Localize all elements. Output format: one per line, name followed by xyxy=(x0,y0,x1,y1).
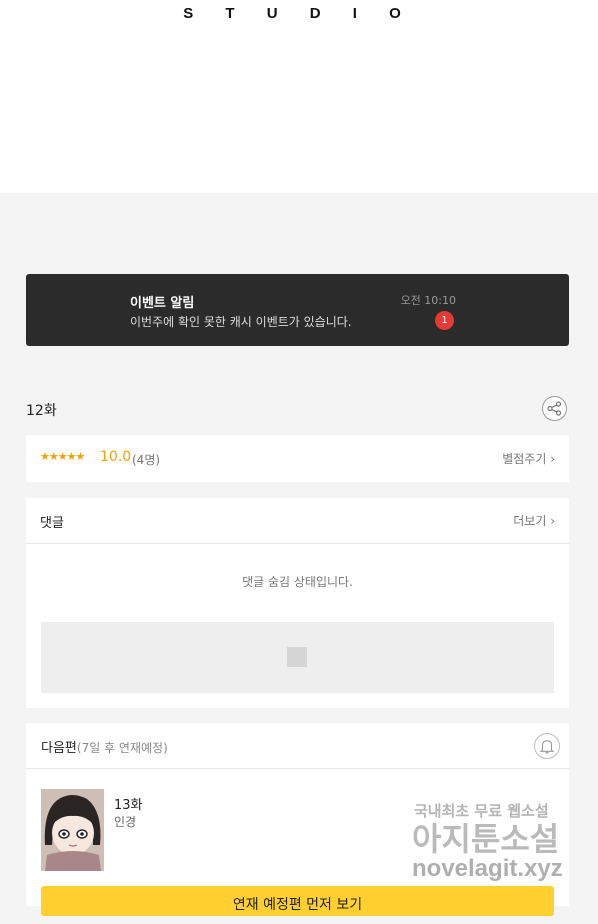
comments-card: 댓글 더보기 › 댓글 숨김 상태입니다. xyxy=(26,498,569,708)
next-episode-title: 13화 xyxy=(114,798,143,813)
comments-header: 댓글 더보기 › xyxy=(26,498,569,544)
event-description: 이번주에 확인 못한 캐시 이벤트가 있습니다. xyxy=(130,315,352,329)
preview-episode-button[interactable]: 연재 예정편 먼저 보기 xyxy=(41,886,554,916)
share-icon xyxy=(547,401,562,416)
watermark-url: novelagit.xyz xyxy=(412,855,563,882)
header-area: S T U D I O xyxy=(0,0,598,193)
rating-score: 10.0 xyxy=(100,449,132,465)
next-episode-schedule: (7일 후 연재예정) xyxy=(76,741,168,755)
comments-more-link[interactable]: 더보기 › xyxy=(513,512,555,529)
rating-card: ★★★★★ 10.0 (4명) 별점주기 › xyxy=(26,435,569,482)
episode-thumbnail[interactable] xyxy=(41,789,104,871)
comments-label: 댓글 xyxy=(40,516,64,531)
notify-button[interactable] xyxy=(534,733,560,759)
rate-button[interactable]: 별점주기 › xyxy=(502,450,555,467)
rating-stars: ★★★★★ xyxy=(40,450,85,463)
bell-icon xyxy=(539,740,555,754)
next-episode-label: 다음편(7일 후 연재예정) xyxy=(41,741,168,756)
share-button[interactable] xyxy=(542,396,567,421)
event-title: 이벤트 알림 xyxy=(130,296,195,311)
comments-hidden-message: 댓글 숨김 상태입니다. xyxy=(242,575,353,589)
ad-placeholder xyxy=(41,622,554,693)
studio-logo: S T U D I O xyxy=(183,5,415,22)
watermark-brand: 아지툰소설 xyxy=(412,820,560,858)
notification-badge: 1 xyxy=(435,311,454,330)
image-placeholder-icon xyxy=(287,647,307,667)
rating-count: (4명) xyxy=(132,453,161,467)
watermark: 국내최초 무료 웹소설 아지툰소설 novelagit.xyz xyxy=(408,800,588,890)
episode-title: 12화 xyxy=(26,403,57,419)
event-notice-banner[interactable]: 이벤트 알림 이번주에 확인 못한 캐시 이벤트가 있습니다. 오전 10:10… xyxy=(26,274,569,346)
next-episode-header: 다음편(7일 후 연재예정) xyxy=(26,723,569,769)
next-episode-subtitle: 인경 xyxy=(114,815,137,829)
event-time: 오전 10:10 xyxy=(400,294,456,307)
